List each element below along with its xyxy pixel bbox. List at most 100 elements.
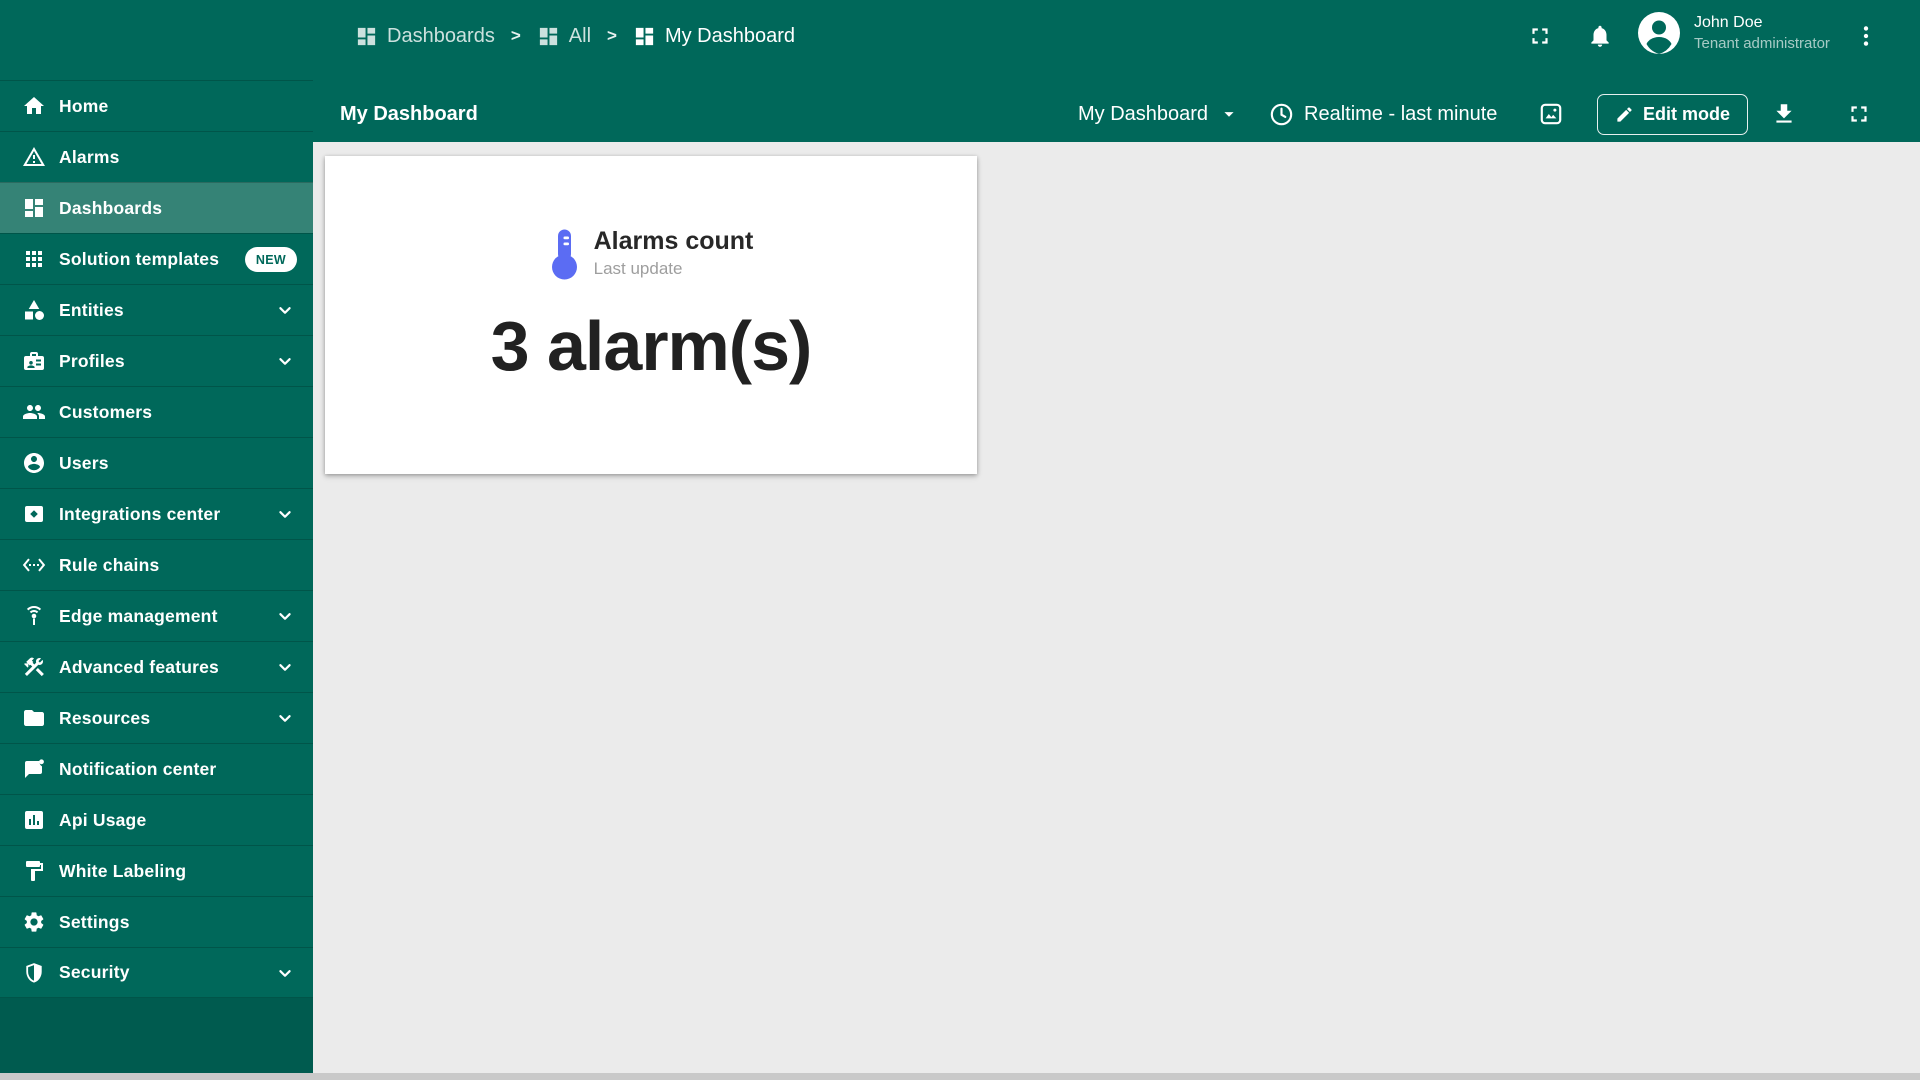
alarms-count-widget[interactable]: Alarms count Last update 3 alarm(s) <box>325 156 977 474</box>
sidebar-nav: Home Alarms Dashboards Solution template… <box>0 80 313 998</box>
security-icon <box>22 961 46 985</box>
sidebar-item-label: White Labeling <box>59 860 187 881</box>
clock-icon <box>1268 101 1295 128</box>
fullscreen-button[interactable] <box>1527 0 1553 72</box>
users-icon <box>22 451 46 475</box>
dashboard-image-button[interactable] <box>1538 86 1564 142</box>
sidebar-item-label: Home <box>59 95 109 116</box>
edit-mode-button[interactable]: Edit mode <box>1597 94 1749 135</box>
home-icon <box>22 94 46 118</box>
thermometer-icon <box>551 229 577 280</box>
chevron-down-icon <box>274 299 296 321</box>
new-badge: NEW <box>244 247 297 272</box>
sidebar-item-home[interactable]: Home <box>0 80 313 131</box>
sidebar-item-label: Solution templates <box>59 248 220 269</box>
sidebar-item-resources[interactable]: Resources <box>0 692 313 743</box>
widget-header: Alarms count Last update <box>325 226 977 280</box>
api-usage-icon <box>22 808 46 832</box>
caret-down-icon <box>1218 103 1240 125</box>
sidebar-item-rule-chains[interactable]: Rule chains <box>0 539 313 590</box>
breadcrumb-label: All <box>568 24 592 47</box>
sidebar-item-profiles[interactable]: Profiles <box>0 335 313 386</box>
dashboard-select[interactable]: My Dashboard <box>1078 86 1240 142</box>
sidebar-item-security[interactable]: Security <box>0 947 313 998</box>
sidebar-header <box>0 0 313 80</box>
sidebar-item-label: Rule chains <box>59 554 160 575</box>
chevron-down-icon <box>274 503 296 525</box>
sidebar-item-settings[interactable]: Settings <box>0 896 313 947</box>
dashboards-icon <box>355 25 378 48</box>
sidebar-item-label: Entities <box>59 299 124 320</box>
user-menu[interactable]: John Doe Tenant administrator <box>1694 12 1854 54</box>
sidebar-item-entities[interactable]: Entities <box>0 284 313 335</box>
breadcrumb-separator: > <box>510 26 521 45</box>
sidebar-item-white-labeling[interactable]: White Labeling <box>0 845 313 896</box>
notifications-button[interactable] <box>1587 0 1613 72</box>
profiles-icon <box>22 349 46 373</box>
customers-icon <box>22 400 46 424</box>
sidebar-item-label: Alarms <box>59 146 120 167</box>
breadcrumb: Dashboards > All > My Dashboard <box>355 0 795 72</box>
dashboard-select-value: My Dashboard <box>1078 102 1209 125</box>
user-avatar[interactable] <box>1637 11 1681 55</box>
sidebar-item-label: Advanced features <box>59 656 219 677</box>
avatar-icon <box>1638 12 1680 54</box>
pencil-icon <box>1615 105 1634 124</box>
page-title: My Dashboard <box>340 102 478 125</box>
sidebar-item-notification-center[interactable]: Notification center <box>0 743 313 794</box>
settings-icon <box>22 910 46 934</box>
edge-management-icon <box>22 604 46 628</box>
dashboard-fullscreen-button[interactable] <box>1846 86 1872 142</box>
fullscreen-icon <box>1846 101 1872 127</box>
dashboards-icon <box>537 25 560 48</box>
sidebar-item-users[interactable]: Users <box>0 437 313 488</box>
sidebar-item-label: Security <box>59 962 130 982</box>
rule-chains-icon <box>22 553 46 577</box>
user-name: John Doe <box>1694 14 1763 31</box>
timewindow-button[interactable]: Realtime - last minute <box>1268 86 1497 142</box>
sidebar-item-api-usage[interactable]: Api Usage <box>0 794 313 845</box>
download-icon <box>1771 101 1797 127</box>
chevron-down-icon <box>274 350 296 372</box>
entities-icon <box>22 298 46 322</box>
breadcrumb-item-all[interactable]: All <box>537 25 591 48</box>
download-button[interactable] <box>1771 86 1797 142</box>
breadcrumb-item-dashboards[interactable]: Dashboards <box>355 25 495 48</box>
sidebar-item-label: Users <box>59 452 109 473</box>
sidebar-item-advanced-features[interactable]: Advanced features <box>0 641 313 692</box>
breadcrumb-label: Dashboards <box>387 24 495 47</box>
alarms-count-value: 3 alarm(s) <box>490 307 813 385</box>
sidebar-item-dashboards[interactable]: Dashboards <box>0 182 313 233</box>
image-icon <box>1538 101 1564 127</box>
integrations-icon <box>22 502 46 526</box>
sidebar-item-label: Resources <box>59 707 151 728</box>
user-role: Tenant administrator <box>1694 35 1830 52</box>
dashboard-canvas: Alarms count Last update 3 alarm(s) <box>313 142 1920 1080</box>
bell-icon <box>1587 23 1613 49</box>
sidebar-item-customers[interactable]: Customers <box>0 386 313 437</box>
sidebar-item-alarms[interactable]: Alarms <box>0 131 313 182</box>
fullscreen-icon <box>1527 23 1553 49</box>
sidebar-item-label: Notification center <box>59 758 217 779</box>
sidebar-item-label: Integrations center <box>59 503 221 524</box>
chevron-down-icon <box>274 707 296 729</box>
sidebar-item-label: Api Usage <box>59 809 147 830</box>
horizontal-scrollbar[interactable] <box>0 1073 1920 1080</box>
breadcrumb-label: My Dashboard <box>664 24 796 47</box>
sidebar-item-solution-templates[interactable]: Solution templates NEW <box>0 233 313 284</box>
chevron-down-icon <box>274 962 296 984</box>
alarms-icon <box>22 145 46 169</box>
timewindow-label: Realtime - last minute <box>1304 102 1498 125</box>
sidebar-item-integrations-center[interactable]: Integrations center <box>0 488 313 539</box>
chevron-down-icon <box>274 605 296 627</box>
breadcrumb-separator: > <box>607 26 617 45</box>
advanced-features-icon <box>22 655 46 679</box>
dashboards-icon <box>633 25 656 48</box>
solution-templates-icon <box>22 247 46 271</box>
sidebar: Home Alarms Dashboards Solution template… <box>0 0 313 1074</box>
sidebar-item-label: Edge management <box>59 605 218 626</box>
more-menu-button[interactable] <box>1853 0 1879 72</box>
breadcrumb-item-my-dashboard[interactable]: My Dashboard <box>633 25 795 48</box>
sidebar-item-label: Settings <box>59 911 130 932</box>
sidebar-item-edge-management[interactable]: Edge management <box>0 590 313 641</box>
